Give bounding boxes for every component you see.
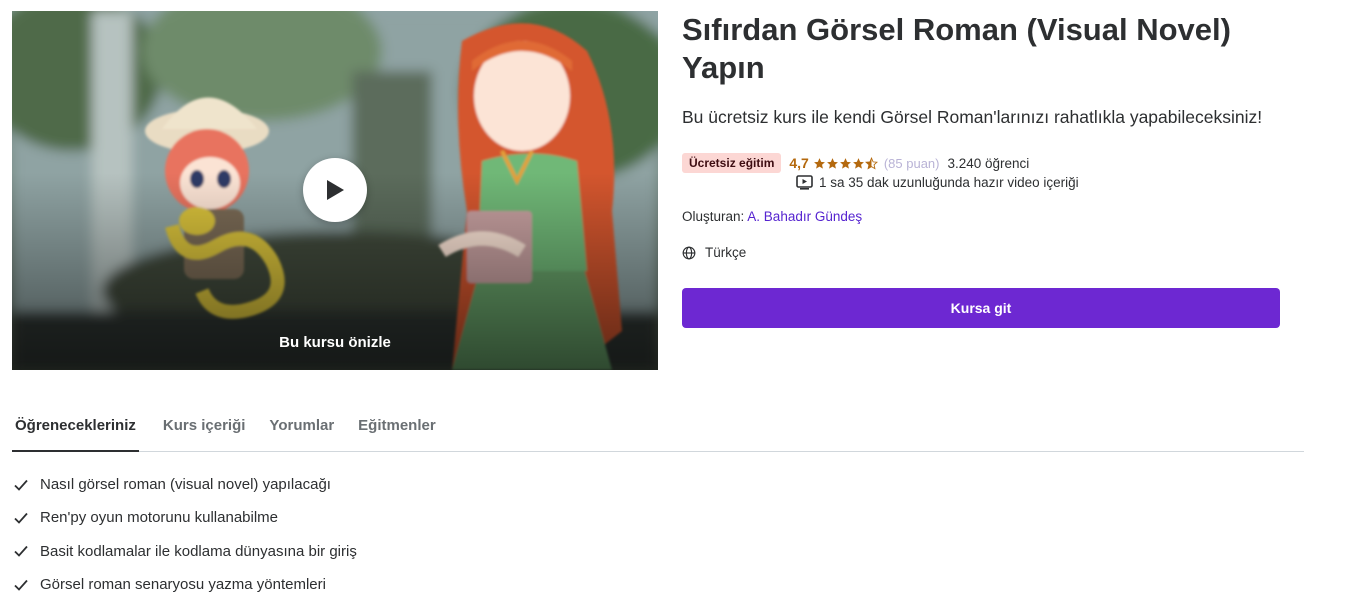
author-label: Oluşturan: [682, 209, 745, 224]
star-half-icon [864, 156, 878, 170]
star-rating [813, 156, 878, 170]
tab-learn[interactable]: Öğrenecekleriniz [12, 407, 139, 452]
course-language: Türkçe [682, 245, 746, 260]
course-headline: Bu ücretsiz kurs ile kendi Görsel Roman'… [682, 107, 1263, 127]
course-title: Sıfırdan Görsel Roman (Visual Novel) Yap… [682, 12, 1231, 85]
rating-value: 4,7 [789, 155, 809, 171]
list-item: Nasıl görsel roman (visual novel) yapıla… [14, 468, 357, 501]
play-icon [327, 180, 344, 200]
play-button[interactable] [303, 158, 367, 222]
rating-count-link[interactable]: (85 puan) [884, 156, 940, 171]
course-tabs: Öğrenecekleriniz Kurs içeriği Yorumlar E… [12, 407, 1304, 452]
course-author: Oluşturan: A. Bahadır Gündeş [682, 209, 862, 224]
check-icon [14, 479, 28, 491]
video-duration-text: 1 sa 35 dak uzunluğunda hazır video içer… [819, 174, 1079, 190]
globe-icon [682, 246, 696, 259]
list-item-text: Basit kodlamalar ile kodlama dünyasına b… [40, 542, 357, 560]
learning-objectives-list: Nasıl görsel roman (visual novel) yapıla… [14, 468, 357, 601]
star-icon [839, 157, 851, 169]
course-preview-video[interactable]: Bu kursu önizle [12, 11, 658, 370]
star-icon [852, 157, 864, 169]
language-text: Türkçe [705, 245, 747, 260]
tab-reviews[interactable]: Yorumlar [269, 407, 334, 452]
list-item: Ren'py oyun motorunu kullanabilme [14, 501, 357, 534]
tab-course-content[interactable]: Kurs içeriği [163, 407, 246, 452]
video-duration-info: 1 sa 35 dak uzunluğunda hazır video içer… [796, 174, 1079, 190]
check-icon [14, 512, 28, 524]
check-icon [14, 546, 28, 558]
star-icon [813, 157, 825, 169]
free-course-badge: Ücretsiz eğitim [682, 153, 782, 173]
go-to-course-button[interactable]: Kursa git [682, 288, 1280, 328]
course-meta-row: Ücretsiz eğitim 4,7 (85 puan) 3.240 öğre… [682, 152, 1029, 174]
list-item-text: Ren'py oyun motorunu kullanabilme [40, 509, 279, 527]
list-item-text: Görsel roman senaryosu yazma yöntemleri [40, 576, 326, 594]
check-icon [14, 579, 28, 591]
star-icon [826, 157, 838, 169]
tab-instructors[interactable]: Eğitmenler [358, 407, 436, 452]
student-count: 3.240 öğrenci [947, 155, 1030, 171]
video-icon [796, 174, 813, 190]
list-item: Görsel roman senaryosu yazma yöntemleri [14, 568, 357, 601]
author-link[interactable]: A. Bahadır Gündeş [747, 209, 862, 224]
preview-label: Bu kursu önizle [279, 334, 391, 351]
list-item: Basit kodlamalar ile kodlama dünyasına b… [14, 535, 357, 568]
list-item-text: Nasıl görsel roman (visual novel) yapıla… [40, 476, 331, 494]
